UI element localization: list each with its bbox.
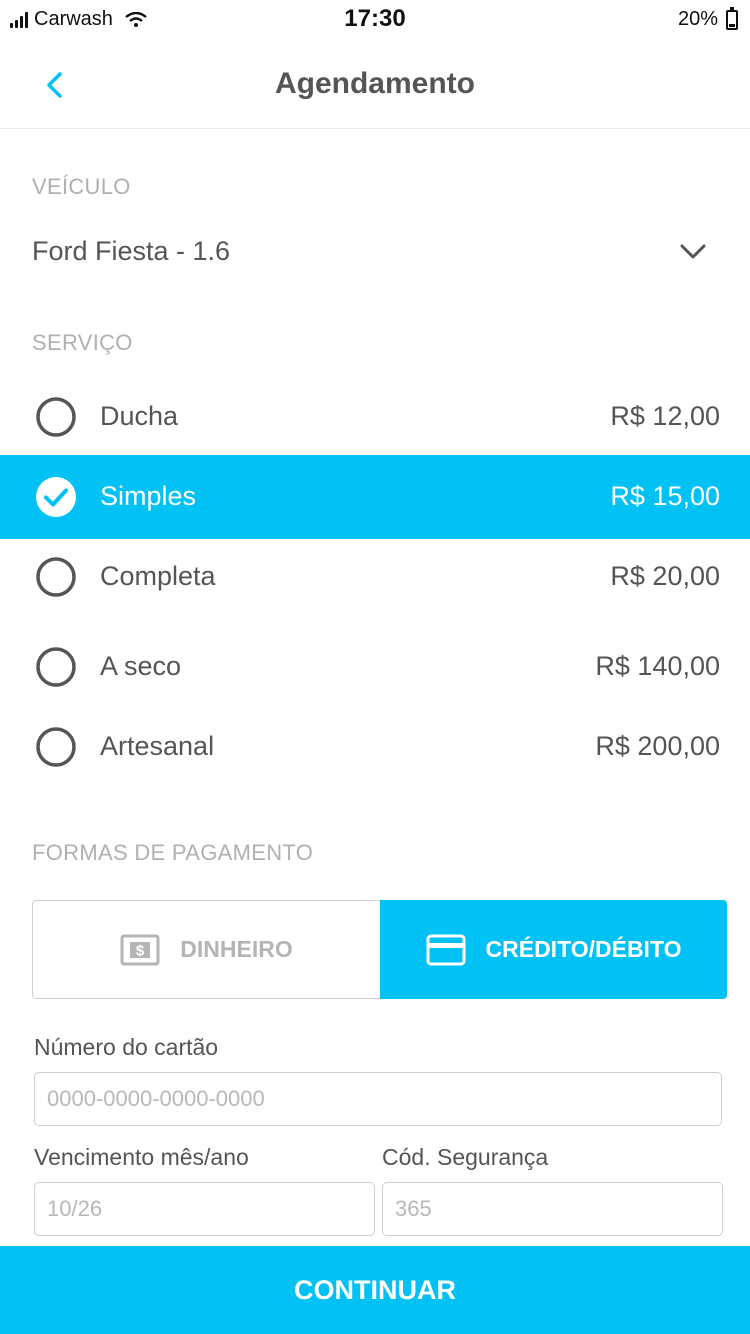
service-price: R$ 12,00 <box>610 401 720 431</box>
service-name: Artesanal <box>100 731 215 761</box>
radio-unchecked-icon <box>36 647 76 687</box>
radio-unchecked-icon <box>36 727 76 767</box>
service-price: R$ 200,00 <box>595 731 720 761</box>
svg-text:$: $ <box>136 942 145 959</box>
service-name: Ducha <box>100 401 179 431</box>
chevron-down-icon <box>680 244 706 259</box>
expiry-input[interactable] <box>34 1182 375 1236</box>
service-section-label: SERVIÇO <box>32 330 133 355</box>
cash-payment-label: DINHEIRO <box>180 936 293 962</box>
vehicle-section-label: VEÍCULO <box>32 174 131 199</box>
service-price: R$ 140,00 <box>595 651 720 681</box>
radio-unchecked-icon <box>36 557 76 597</box>
battery-percent: 20% <box>677 8 718 30</box>
status-bar: Carwash 17:30 20% <box>0 0 750 40</box>
payment-section-label: FORMAS DE PAGAMENTO <box>32 840 314 865</box>
service-option[interactable]: A seco R$ 140,00 <box>0 625 750 709</box>
expiry-label: Vencimento mês/ano <box>34 1144 249 1170</box>
credit-card-icon <box>426 934 466 966</box>
service-option[interactable]: Artesanal R$ 200,00 <box>0 705 750 789</box>
cvv-label: Cód. Segurança <box>382 1144 549 1170</box>
battery-icon <box>726 6 738 30</box>
radio-unchecked-icon <box>36 397 76 437</box>
cash-payment-button[interactable]: $ DINHEIRO <box>32 900 380 999</box>
page-title: Agendamento <box>274 67 475 100</box>
card-payment-label: CRÉDITO/DÉBITO <box>485 936 682 962</box>
service-name: Completa <box>100 561 216 591</box>
service-name: A seco <box>100 651 182 681</box>
service-price: R$ 20,00 <box>610 561 720 591</box>
service-price: R$ 15,00 <box>610 481 720 511</box>
card-number-input[interactable] <box>34 1072 722 1126</box>
service-option[interactable]: Simples R$ 15,00 <box>0 455 750 539</box>
card-number-label: Número do cartão <box>34 1034 219 1060</box>
service-option[interactable]: Completa R$ 20,00 <box>0 535 750 619</box>
nav-bar: Agendamento <box>0 40 750 129</box>
status-time: 17:30 <box>344 5 406 32</box>
vehicle-dropdown[interactable]: Ford Fiesta - 1.6 <box>0 218 750 288</box>
continue-button[interactable]: CONTINUAR <box>0 1246 750 1334</box>
checked-circle-icon <box>36 477 76 517</box>
card-payment-button[interactable]: CRÉDITO/DÉBITO <box>380 900 727 999</box>
cvv-input[interactable] <box>382 1182 723 1236</box>
service-option[interactable]: Ducha R$ 12,00 <box>0 375 750 459</box>
status-right: 20% <box>677 6 738 31</box>
vehicle-selected-value: Ford Fiesta - 1.6 <box>32 236 231 266</box>
payment-method-toggle: $ DINHEIRO CRÉDITO/DÉBITO <box>32 900 727 999</box>
cash-icon: $ <box>120 934 160 966</box>
service-name: Simples <box>100 481 197 511</box>
